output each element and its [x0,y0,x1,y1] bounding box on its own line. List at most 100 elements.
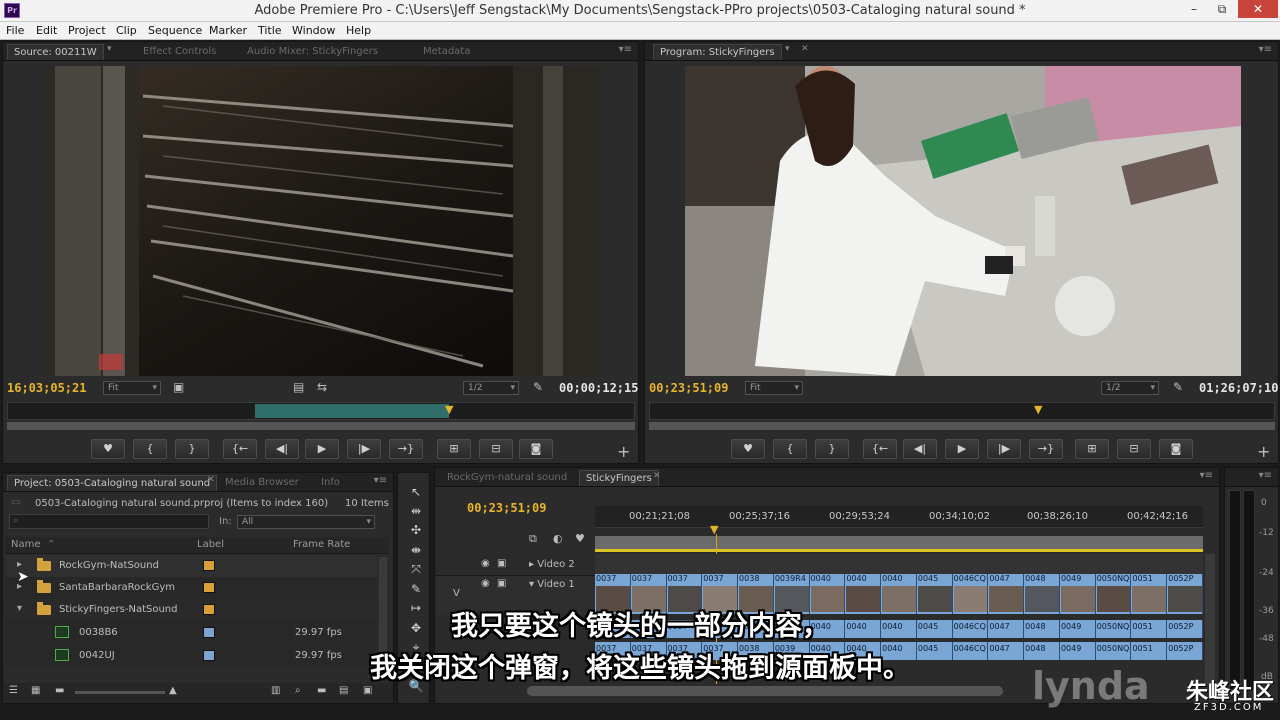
play-button[interactable]: ▶ [305,439,339,459]
go-to-out-button[interactable]: →} [389,439,423,459]
tab-effect-controls[interactable]: Effect Controls [137,44,222,60]
wrench-icon[interactable]: ✎ [533,380,543,394]
program-fit-dropdown[interactable]: Fit [745,381,803,395]
tab-audio-mixer[interactable]: Audio Mixer: StickyFingers [241,44,384,60]
zoom-in-icon[interactable]: ▲ [169,685,177,696]
work-area-bar[interactable] [595,536,1203,552]
export-frame-button[interactable]: ◙ [519,439,553,459]
program-zoom-scrollbar[interactable] [649,422,1275,430]
trash-icon[interactable]: ▣ [363,685,372,696]
lock-icon[interactable]: ▣ [497,578,506,589]
close-tab-icon[interactable]: ✕ [801,44,809,54]
eye-icon[interactable]: ◉ [481,578,490,589]
panel-menu-icon[interactable]: ▾≡ [1200,470,1213,481]
timeline-playhead-icon[interactable]: ▼ [710,523,718,536]
lock-icon[interactable]: ▣ [497,558,506,569]
list-item[interactable]: ▸ RockGym-NatSound [5,555,377,577]
panel-menu-icon[interactable]: ▾≡ [374,475,387,486]
close-button[interactable]: ✕ [1238,0,1278,18]
program-playhead-timecode[interactable]: 00;23;51;09 [649,381,728,395]
track-select-tool-icon[interactable]: ⇹ [406,502,426,520]
button-editor-plus-icon[interactable]: + [617,442,630,461]
new-item-icon[interactable]: ▤ [339,685,348,696]
linked-selection-icon[interactable]: ◐ [553,532,563,545]
menu-edit[interactable]: Edit [36,24,57,37]
column-name[interactable]: Name [11,539,41,550]
new-bin-icon[interactable]: ▬ [317,685,326,696]
tab-metadata[interactable]: Metadata [417,44,476,60]
timeline-timecode[interactable]: 00;23;51;09 [467,501,546,515]
list-view-icon[interactable]: ☰ [9,685,18,696]
panel-menu-icon[interactable]: ▾≡ [619,44,632,55]
add-marker-button[interactable]: ♥ [91,439,125,459]
menu-file[interactable]: File [6,24,24,37]
step-back-button[interactable]: ◀| [903,439,937,459]
program-time-ruler[interactable]: ▼ [649,402,1275,420]
add-marker-icon[interactable]: ♥ [575,532,585,545]
icon-view-icon[interactable]: ▦ [31,685,40,696]
tab-sequence-stickyfingers[interactable]: StickyFingers [579,470,659,486]
list-item[interactable]: ▸ SantaBarbaraRockGym [5,577,377,599]
video2-track-area[interactable] [595,554,1203,576]
mark-in-button[interactable]: { [773,439,807,459]
menu-window[interactable]: Window [292,24,335,37]
play-button[interactable]: ▶ [945,439,979,459]
overwrite-button[interactable]: ⊟ [479,439,513,459]
menu-help[interactable]: Help [346,24,371,37]
column-label[interactable]: Label [197,539,224,550]
source-time-ruler[interactable]: ▼ [7,402,635,420]
step-back-button[interactable]: ◀| [265,439,299,459]
drag-video-icon[interactable]: ▤ [293,380,304,394]
button-editor-plus-icon[interactable]: + [1257,442,1270,461]
extract-button[interactable]: ⊟ [1117,439,1151,459]
go-to-in-button[interactable]: {← [223,439,257,459]
chevron-down-icon[interactable]: ▾ [107,44,112,54]
time-ruler[interactable]: 00;21;21;08 00;25;37;16 00;29;53;24 00;3… [595,506,1203,528]
insert-button[interactable]: ⊞ [437,439,471,459]
ripple-edit-tool-icon[interactable]: ✣ [406,521,426,539]
menu-sequence[interactable]: Sequence [148,24,202,37]
target-track-v[interactable]: V [453,588,460,599]
source-playhead-timecode[interactable]: 16;03;05;21 [7,381,86,395]
tab-sequence-rockgym[interactable]: RockGym-natural sound [441,470,573,486]
close-tab-icon[interactable]: ✕ [653,471,661,481]
project-search-input[interactable]: ⌕ [9,514,209,529]
rolling-edit-tool-icon[interactable]: ⇼ [406,541,426,559]
menu-marker[interactable]: Marker [209,24,247,37]
thumb-zoom-slider[interactable] [75,691,165,694]
mark-out-button[interactable]: } [175,439,209,459]
source-zoom-scrollbar[interactable] [7,422,635,430]
tab-project[interactable]: Project: 0503-Cataloging natural sound [7,475,218,491]
drag-audio-icon[interactable]: ⇆ [317,380,327,394]
tab-program[interactable]: Program: StickyFingers [653,44,782,60]
timeline-scrollbar[interactable] [527,686,1003,696]
program-video-frame[interactable] [685,66,1241,376]
menu-clip[interactable]: Clip [116,24,137,37]
panel-menu-icon[interactable]: ▾≡ [1259,44,1272,55]
step-forward-button[interactable]: |▶ [987,439,1021,459]
selection-tool-icon[interactable]: ↖ [406,483,426,501]
minimize-button[interactable]: – [1180,0,1208,18]
go-to-out-button[interactable]: →} [1029,439,1063,459]
export-frame-button[interactable]: ◙ [1159,439,1193,459]
go-to-in-button[interactable]: {← [863,439,897,459]
eye-icon[interactable]: ◉ [481,558,490,569]
panel-menu-icon[interactable]: ▾≡ [1259,470,1272,481]
program-playhead-icon[interactable]: ▼ [1034,403,1042,416]
maximize-button[interactable]: ⧉ [1208,0,1236,18]
mark-in-button[interactable]: { [133,439,167,459]
close-tab-icon[interactable]: ✕ [207,475,215,485]
tab-media-browser[interactable]: Media Browser [219,475,305,491]
tab-source[interactable]: Source: 00211W [7,44,104,60]
source-playhead-icon[interactable]: ▼ [445,403,453,416]
source-fit-dropdown[interactable]: Fit [103,381,161,395]
program-resolution-dropdown[interactable]: 1/2 [1101,381,1159,395]
lift-button[interactable]: ⊞ [1075,439,1109,459]
mark-out-button[interactable]: } [815,439,849,459]
razor-tool-icon[interactable]: ✎ [406,580,426,598]
find-icon[interactable]: ⌕ [295,685,301,696]
menu-title[interactable]: Title [258,24,282,37]
automate-to-sequence-icon[interactable]: ▥ [271,685,280,696]
menu-project[interactable]: Project [68,24,106,37]
column-frame-rate[interactable]: Frame Rate [293,539,350,550]
